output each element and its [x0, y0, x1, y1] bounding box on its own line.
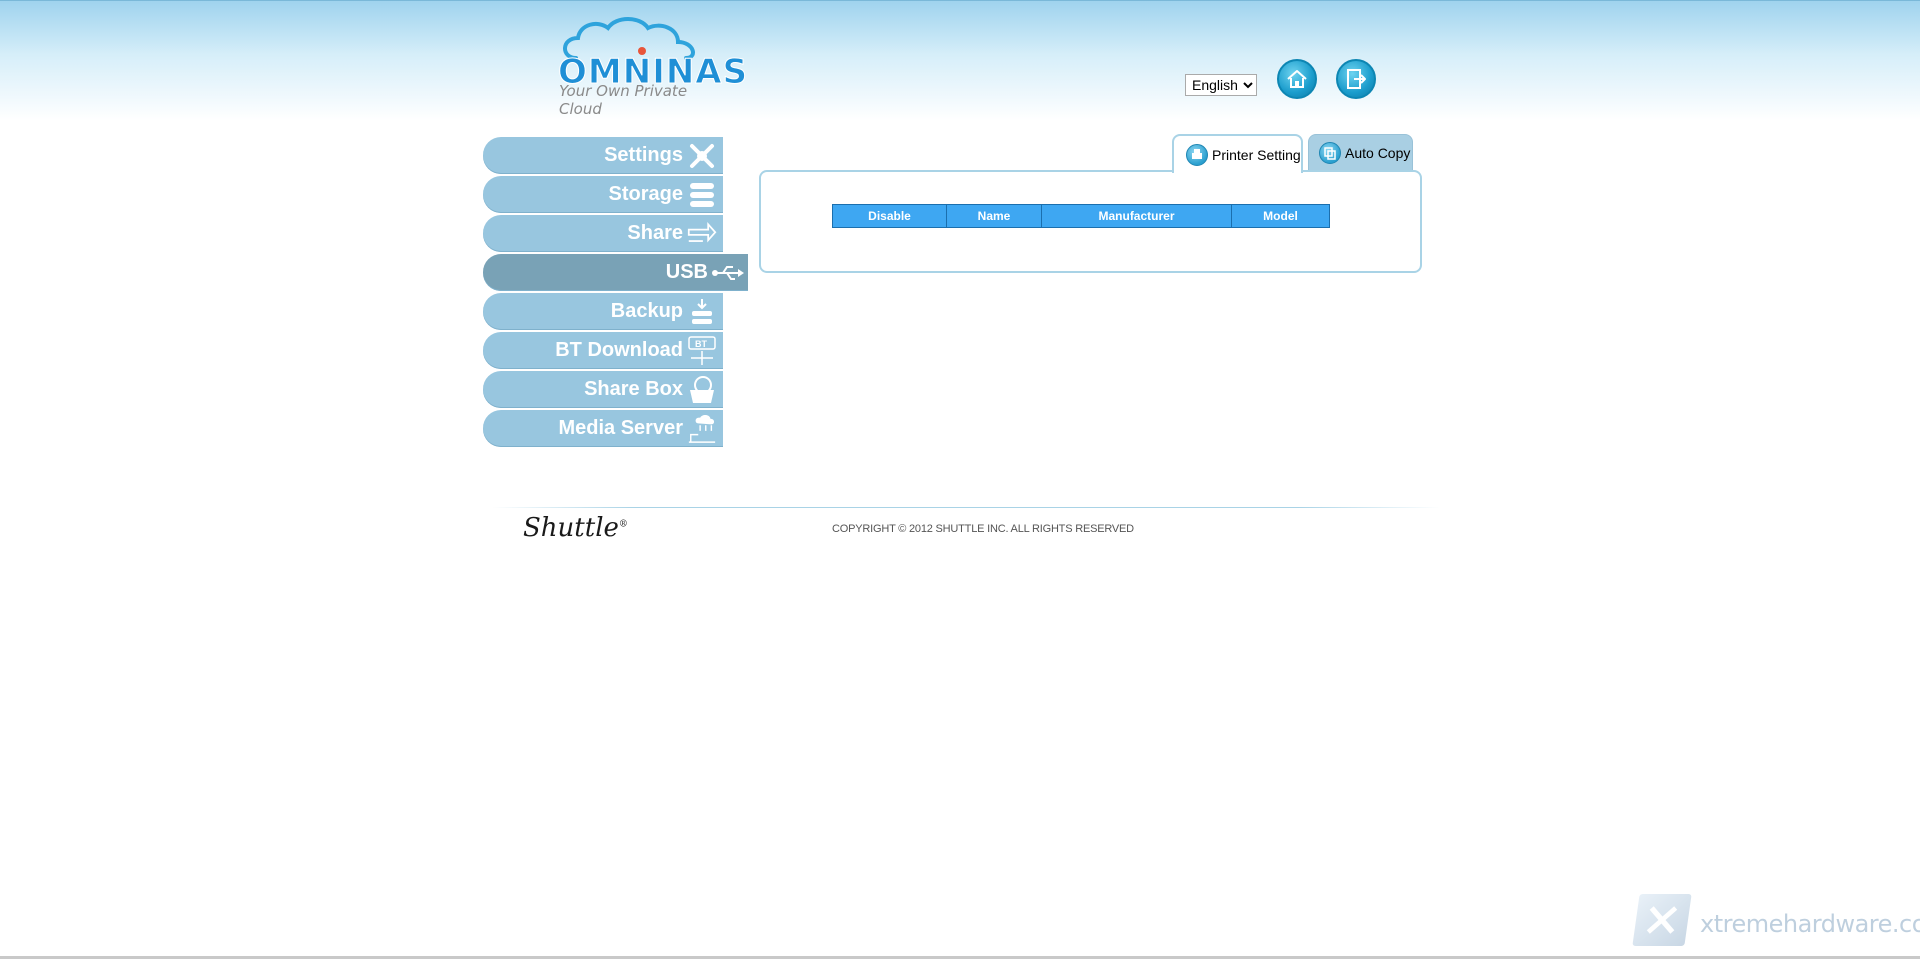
shuttle-logo: Shuttle® — [523, 513, 628, 543]
sidebar-item-label: USB — [665, 261, 708, 283]
sidebar-item-label: Media Server — [558, 417, 683, 439]
storage-icon — [687, 180, 717, 210]
column-header-disable: Disable — [832, 204, 947, 228]
language-select[interactable]: English — [1185, 74, 1257, 96]
column-header-manufacturer: Manufacturer — [1041, 204, 1232, 228]
svg-text:BT: BT — [695, 339, 707, 349]
share-arrow-icon — [687, 219, 717, 249]
watermark-text: xtremehardware.com — [1700, 910, 1920, 938]
backup-icon — [687, 297, 717, 327]
tab-label: Auto Copy — [1345, 145, 1411, 161]
sidebar-item-label: Storage — [608, 183, 683, 205]
table-header-row: Disable Name Manufacturer Model — [832, 204, 1330, 228]
watermark-x-icon — [1632, 894, 1692, 946]
tab-printer-setting[interactable]: Printer Setting — [1172, 134, 1303, 173]
sidebar-item-label: Backup — [610, 300, 683, 322]
sidebar-item-label: Share Box — [584, 378, 683, 400]
sidebar-item-bt-download[interactable]: BT Download BT — [483, 332, 723, 369]
sidebar-item-settings[interactable]: Settings — [483, 137, 723, 174]
logout-icon — [1347, 69, 1366, 89]
auto-copy-icon — [1319, 142, 1341, 164]
media-server-icon — [687, 414, 717, 444]
column-header-model: Model — [1231, 204, 1330, 228]
sidebar-item-backup[interactable]: Backup — [483, 293, 723, 330]
footer-divider — [492, 507, 1440, 508]
logo-tagline: Your Own Private Cloud — [559, 82, 688, 118]
home-icon — [1287, 70, 1307, 88]
tab-label: Printer Setting — [1212, 146, 1301, 163]
sidebar-item-share-box[interactable]: Share Box — [483, 371, 723, 408]
sidebar-item-label: Settings — [604, 144, 683, 166]
bt-download-icon: BT — [687, 336, 717, 366]
tools-icon — [687, 141, 717, 171]
printer-table: Disable Name Manufacturer Model — [832, 204, 1330, 228]
sidebar-item-storage[interactable]: Storage — [483, 176, 723, 213]
omninas-logo: OMNINAS Your Own Private Cloud — [556, 16, 748, 118]
shuttle-brand: Shuttle — [523, 513, 619, 543]
column-header-name: Name — [946, 204, 1042, 228]
watermark: xtremehardware.com — [1632, 890, 1920, 956]
copyright-text: COPYRIGHT © 2012 SHUTTLE INC. ALL RIGHTS… — [832, 523, 1134, 535]
header-background — [0, 0, 1920, 121]
sidebar-item-label: Share — [627, 222, 683, 244]
sidebar-item-media-server[interactable]: Media Server — [483, 410, 723, 447]
logout-button[interactable] — [1336, 59, 1376, 99]
sidebar-item-label: BT Download — [555, 339, 683, 361]
tab-auto-copy[interactable]: Auto Copy — [1308, 134, 1413, 171]
sidebar-item-usb[interactable]: USB — [483, 254, 748, 291]
printer-icon — [1186, 143, 1208, 166]
home-button[interactable] — [1277, 59, 1317, 99]
share-box-icon — [687, 375, 717, 405]
sidebar-item-share[interactable]: Share — [483, 215, 723, 252]
usb-icon — [711, 258, 745, 288]
